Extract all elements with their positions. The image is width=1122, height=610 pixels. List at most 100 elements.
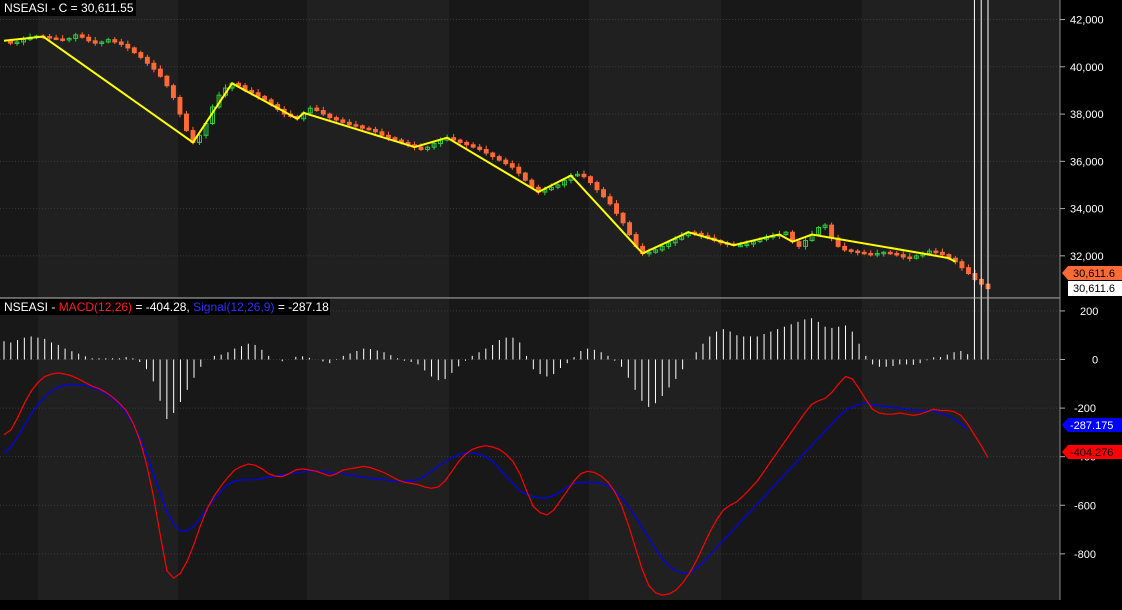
macd-tick-label: -800 bbox=[1074, 549, 1096, 561]
last-close-label: 30,611.6 bbox=[1068, 281, 1122, 296]
candle-body bbox=[386, 134, 391, 139]
signal-title-value: = -287.18 bbox=[274, 300, 329, 314]
price-tick-label: 38,000 bbox=[1070, 109, 1104, 121]
price-pane-bands bbox=[0, 0, 1060, 298]
candle-body bbox=[483, 149, 489, 154]
candle-body bbox=[959, 261, 965, 269]
price-band bbox=[0, 0, 38, 298]
candle-body bbox=[509, 163, 515, 168]
macd-title-prefix: NSEASI - bbox=[4, 300, 59, 314]
candle-body bbox=[157, 68, 163, 77]
price-band bbox=[449, 0, 589, 298]
candle-body bbox=[601, 189, 606, 198]
macd-value-tag-text: -404.276 bbox=[1070, 447, 1113, 459]
candle-body bbox=[861, 251, 867, 255]
candle-body bbox=[972, 273, 978, 280]
candle-body bbox=[627, 222, 633, 236]
chart-canvas: 42,000 40,000 38,000 36,000 34,000 32,000 200… bbox=[0, 0, 1122, 610]
macd-band bbox=[589, 299, 721, 600]
candle-body bbox=[131, 47, 137, 54]
macd-value-tag: -404.276 bbox=[1062, 445, 1122, 459]
candle-body bbox=[594, 182, 600, 191]
candle-body bbox=[92, 40, 98, 44]
candle-body bbox=[184, 113, 189, 132]
macd-tick-label: -600 bbox=[1074, 500, 1096, 512]
candle-body bbox=[588, 176, 593, 184]
candle-body bbox=[53, 37, 59, 40]
candle-body bbox=[829, 224, 835, 239]
candle-body bbox=[477, 146, 483, 151]
candle-body bbox=[170, 85, 176, 99]
candle-body bbox=[490, 152, 496, 158]
candle-body bbox=[464, 141, 470, 146]
candle-body bbox=[620, 212, 626, 224]
candle-body bbox=[607, 196, 613, 205]
candle-body bbox=[353, 124, 359, 127]
candle-body bbox=[346, 121, 352, 126]
candle-body bbox=[320, 110, 326, 115]
candle-body bbox=[966, 267, 971, 275]
macd-title-value: = -404.28, bbox=[132, 300, 193, 314]
candle-body bbox=[359, 125, 365, 129]
price-band bbox=[589, 0, 721, 298]
candle-body bbox=[503, 159, 509, 165]
candle-body bbox=[112, 39, 118, 43]
candle-body bbox=[340, 119, 346, 123]
candle-body bbox=[366, 127, 372, 131]
candle-body bbox=[314, 107, 320, 112]
candle-body bbox=[939, 251, 945, 256]
signal-value-tag: -287.175 bbox=[1062, 418, 1122, 432]
candle-body bbox=[457, 139, 463, 143]
candle-body bbox=[373, 128, 378, 133]
macd-band bbox=[38, 299, 178, 600]
candle-body bbox=[125, 43, 131, 49]
candle-body bbox=[796, 241, 802, 247]
candle-body bbox=[333, 117, 339, 121]
candle-body bbox=[418, 146, 424, 151]
macd-tick-label: 0 bbox=[1092, 355, 1098, 367]
candle-body bbox=[842, 245, 848, 251]
candle-body bbox=[118, 41, 124, 45]
candle-body bbox=[907, 256, 913, 260]
candle-body bbox=[496, 156, 502, 161]
candle-body bbox=[614, 203, 619, 214]
candle-body bbox=[86, 36, 92, 42]
price-band bbox=[178, 0, 307, 298]
last-price-tag-text: 30,611.6 bbox=[1073, 268, 1115, 280]
price-tick-label: 34,000 bbox=[1070, 204, 1104, 216]
candle-body bbox=[522, 172, 528, 181]
last-price-tag: 30,611.6 bbox=[1062, 266, 1122, 280]
macd-band bbox=[862, 299, 1060, 600]
macd-band bbox=[449, 299, 589, 600]
macd-tick-label: -200 bbox=[1074, 403, 1096, 415]
signal-title-label: Signal(12,26,9) bbox=[193, 300, 274, 314]
candle-body bbox=[933, 250, 939, 254]
macd-band bbox=[0, 299, 38, 600]
price-band bbox=[721, 0, 862, 298]
candle-body bbox=[144, 56, 150, 64]
candle-body bbox=[60, 38, 66, 41]
price-tick-label: 32,000 bbox=[1070, 251, 1104, 263]
candle-body bbox=[47, 36, 53, 39]
candle-body bbox=[581, 173, 587, 178]
macd-band bbox=[307, 299, 449, 600]
macd-tick-label: 200 bbox=[1080, 306, 1098, 318]
candle-body bbox=[894, 252, 900, 256]
signal-value-tag-text: -287.175 bbox=[1070, 420, 1113, 432]
price-tick-label: 36,000 bbox=[1070, 156, 1104, 168]
candle-body bbox=[79, 34, 85, 38]
macd-band bbox=[178, 299, 307, 600]
candle-body bbox=[848, 249, 854, 252]
candle-body bbox=[177, 97, 183, 115]
candle-body bbox=[516, 166, 522, 174]
candle-body bbox=[164, 75, 170, 87]
candle-body bbox=[855, 250, 861, 254]
candle-body bbox=[151, 62, 157, 70]
candle-body bbox=[887, 251, 893, 255]
price-tick-label: 40,000 bbox=[1070, 62, 1104, 74]
candle-body bbox=[470, 144, 476, 148]
price-pane-title: NSEASI - C = 30,611.55 bbox=[4, 1, 134, 15]
macd-pane-bands bbox=[0, 299, 1060, 600]
macd-pane-title: NSEASI - MACD(12,26) = -404.28, Signal(1… bbox=[4, 300, 329, 314]
candle-body bbox=[379, 131, 385, 136]
